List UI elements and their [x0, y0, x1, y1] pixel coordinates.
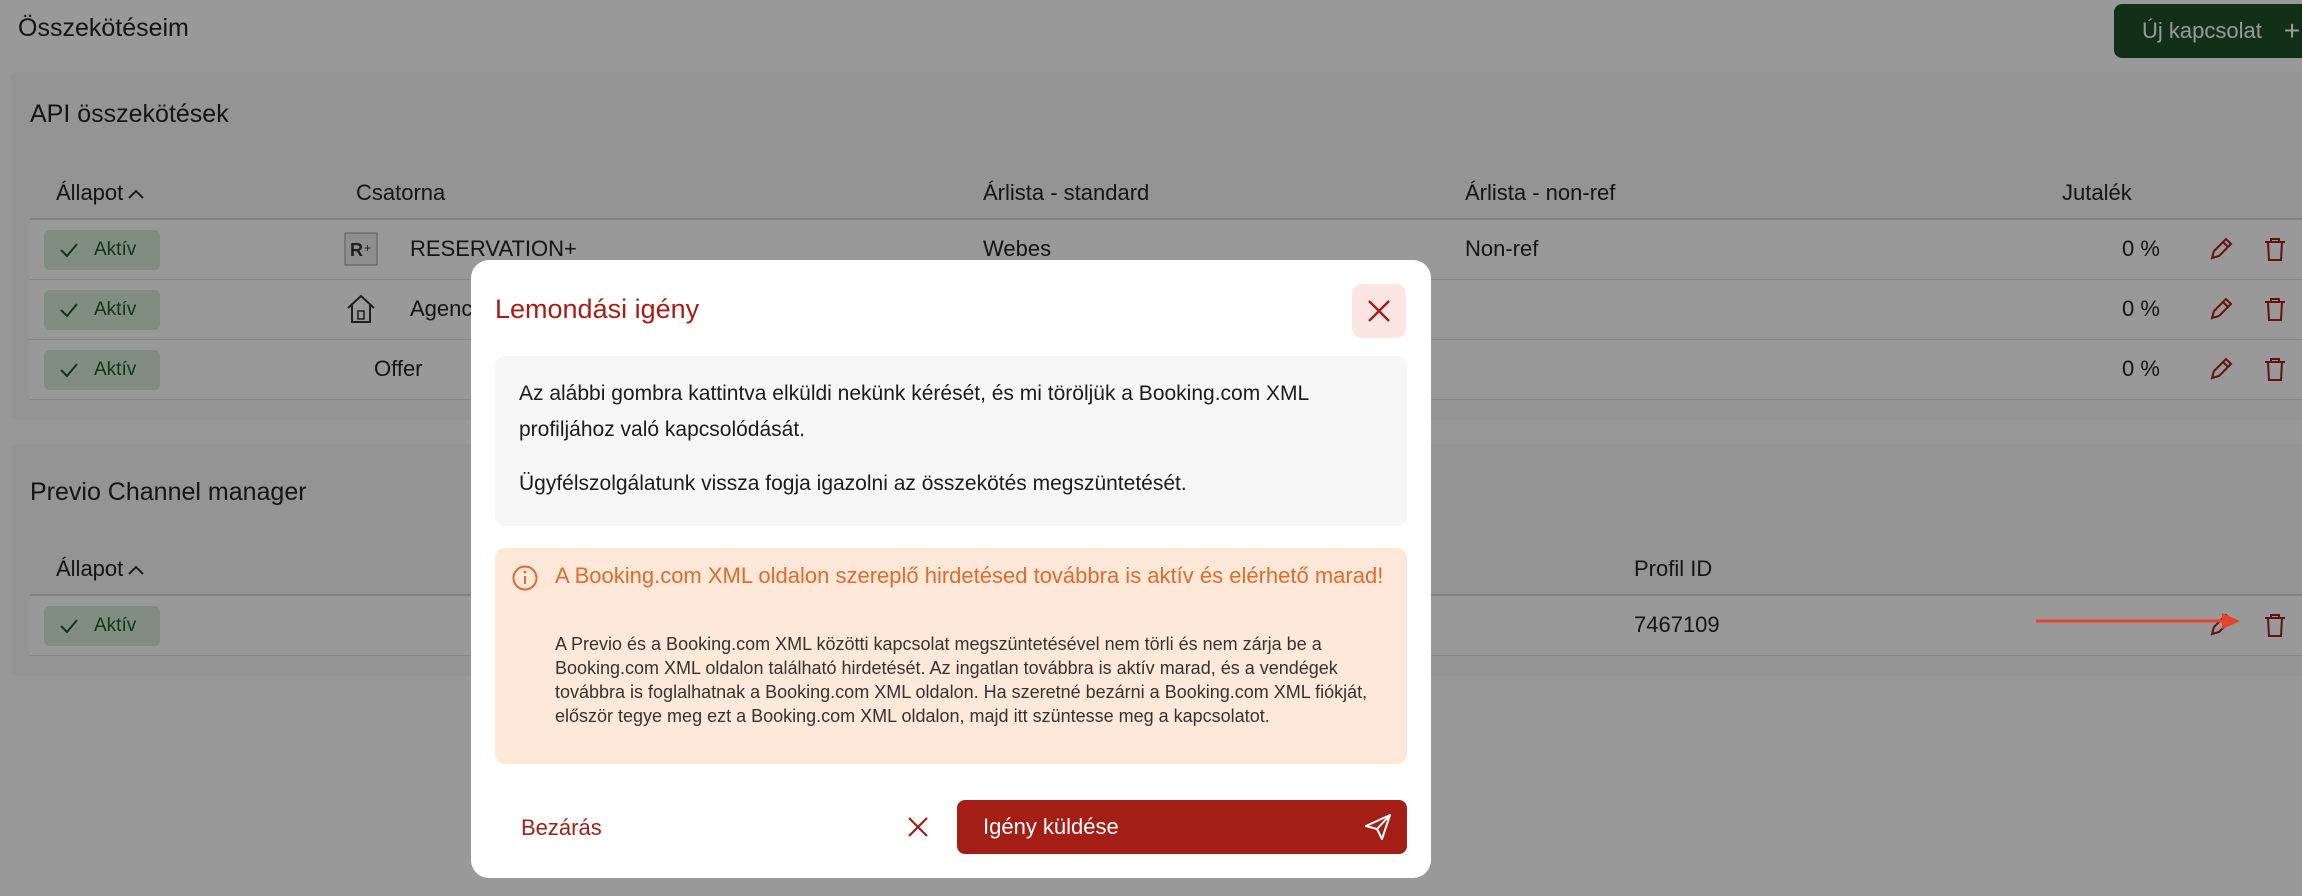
warning-title: A Booking.com XML oldalon szereplő hirde…: [555, 563, 1384, 588]
warning-box: A Booking.com XML oldalon szereplő hirde…: [495, 548, 1407, 764]
modal-title: Lemondási igény: [495, 294, 700, 324]
info-box: Az alábbi gombra kattintva elküldi nekün…: [495, 356, 1407, 526]
modal-close-button[interactable]: [1352, 284, 1406, 338]
info-circle-icon: [512, 565, 538, 591]
send-icon: [1365, 814, 1391, 840]
close-icon[interactable]: [903, 812, 933, 842]
send-request-button[interactable]: Igény küldése: [957, 800, 1407, 854]
cancel-button[interactable]: Bezárás: [521, 815, 602, 841]
warning-text: A Previo és a Booking.com XML közötti ka…: [555, 634, 1368, 726]
annotation-arrow: [2036, 613, 2240, 629]
close-icon: [1368, 300, 1390, 322]
info-text-2: Ügyfélszolgálatunk vissza fogja igazolni…: [519, 472, 1187, 495]
cancellation-modal: Lemondási igény Az alábbi gombra kattint…: [471, 260, 1431, 878]
send-request-label: Igény küldése: [983, 814, 1119, 839]
info-text-1: Az alábbi gombra kattintva elküldi nekün…: [519, 382, 1309, 441]
